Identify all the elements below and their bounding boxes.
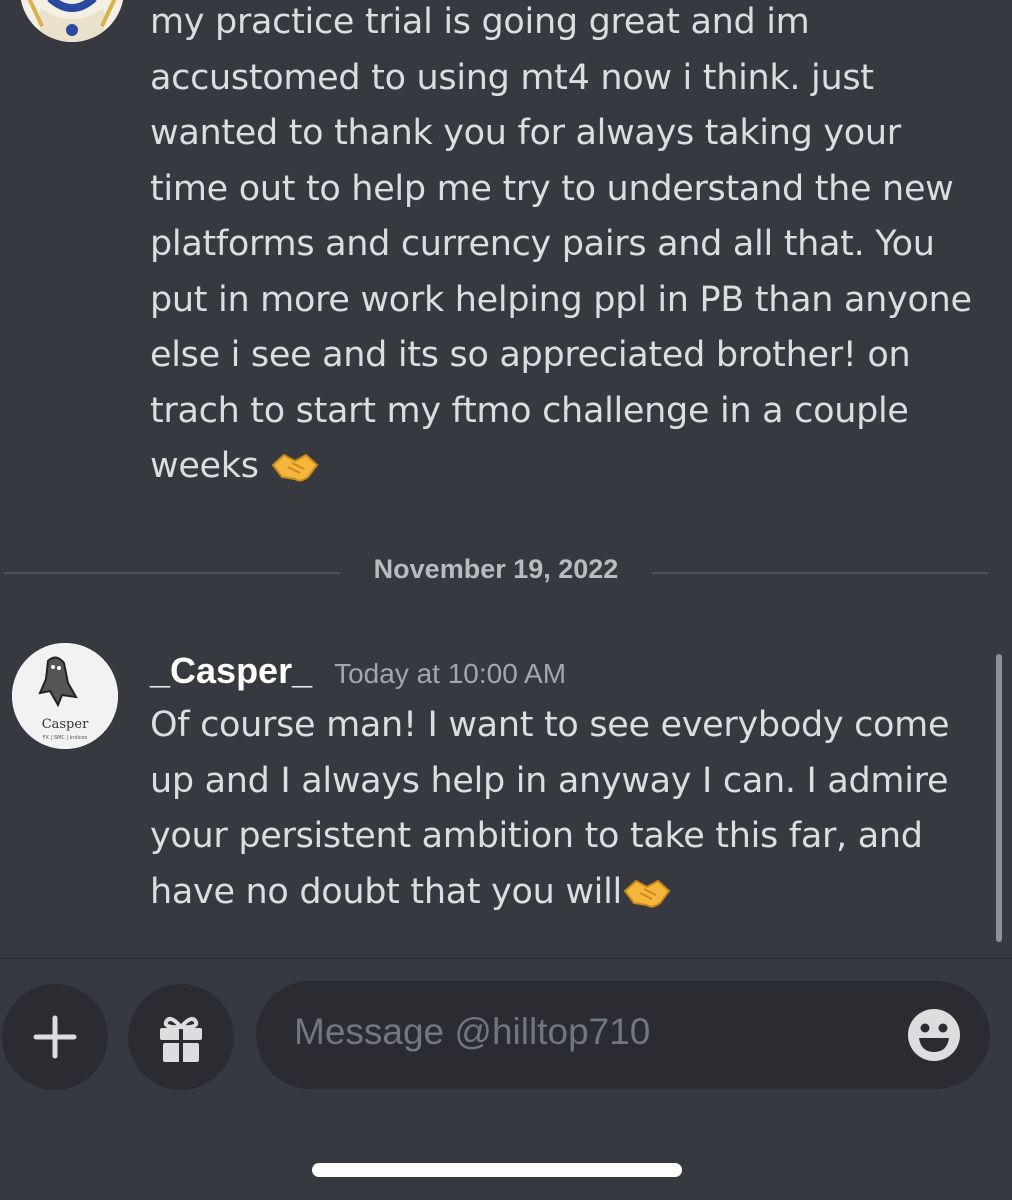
message-placeholder: Message @hilltop710 xyxy=(294,1011,651,1052)
divider-date: November 19, 2022 xyxy=(373,554,619,584)
home-indicator[interactable] xyxy=(312,1163,682,1177)
gift-icon xyxy=(160,1016,202,1062)
emoji-picker-icon[interactable] xyxy=(906,1007,962,1063)
message-header: _Casper_ Today at 10:00 AM xyxy=(150,650,566,698)
scrollbar[interactable] xyxy=(996,654,1002,942)
plus-icon xyxy=(33,1015,77,1059)
casper-avatar[interactable]: Casper FX | SMC | Indices xyxy=(12,643,118,749)
handshake-icon xyxy=(623,879,671,908)
username[interactable]: _Casper_ xyxy=(150,650,312,692)
avatar-brand-text: Casper xyxy=(42,717,89,732)
user-avatar[interactable] xyxy=(20,0,124,42)
date-divider: November 19, 2022 xyxy=(4,548,988,598)
message-text: Of course man! I want to see everybody c… xyxy=(150,705,950,912)
divider-line xyxy=(652,572,988,574)
message-timestamp: Today at 10:00 AM xyxy=(334,658,567,689)
message-text: my practice trial is going great and im … xyxy=(150,2,972,486)
divider-line xyxy=(4,572,340,574)
handshake-icon xyxy=(271,453,318,482)
composer-divider xyxy=(0,958,1012,959)
dm-chat-screen: my practice trial is going great and im … xyxy=(0,0,1012,1200)
add-attachment-button[interactable] xyxy=(2,984,108,1090)
gift-button[interactable] xyxy=(128,984,234,1090)
message-input[interactable]: Message @hilltop710 xyxy=(256,981,990,1089)
avatar-sub-text: FX | SMC | Indices xyxy=(43,735,88,741)
